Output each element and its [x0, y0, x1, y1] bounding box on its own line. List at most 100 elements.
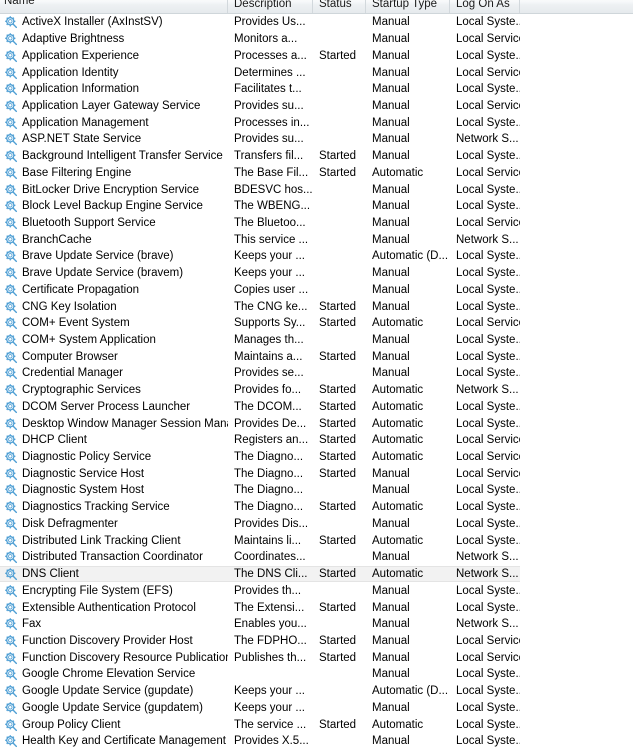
cell-log-on-as[interactable]: Local Syste...	[450, 284, 520, 296]
cell-startup-type[interactable]: Manual	[366, 33, 450, 45]
cell-service-name[interactable]: Application Layer Gateway Service	[0, 99, 228, 113]
cell-log-on-as[interactable]: Local Syste...	[450, 735, 520, 747]
cell-startup-type[interactable]: Automatic	[366, 167, 450, 179]
cell-service-name[interactable]: ASP.NET State Service	[0, 132, 228, 146]
table-row[interactable]: ASP.NET State Service Provides su... Manua…	[0, 131, 633, 148]
cell-service-name[interactable]: Google Update Service (gupdatem)	[0, 701, 228, 715]
table-row[interactable]: Distributed Link Tracking Client Maintain…	[0, 532, 633, 549]
cell-service-name[interactable]: Disk Defragmenter	[0, 517, 228, 531]
cell-service-name[interactable]: Brave Update Service (bravem)	[0, 266, 228, 280]
table-row[interactable]: Distributed Transaction Coordinator Coord…	[0, 549, 633, 566]
table-row[interactable]: DHCP Client Registers an... Started Automat…	[0, 432, 633, 449]
cell-startup-type[interactable]: Automatic	[366, 434, 450, 446]
cell-description[interactable]: Provides X.5...	[228, 735, 313, 747]
table-row[interactable]: Google Update Service (gupdatem) Keeps yo…	[0, 699, 633, 716]
cell-status[interactable]: Started	[313, 167, 366, 179]
cell-log-on-as[interactable]: Local Syste...	[450, 351, 520, 363]
cell-status[interactable]: Started	[313, 501, 366, 513]
cell-log-on-as[interactable]: Local Syste...	[450, 50, 520, 62]
cell-service-name[interactable]: DHCP Client	[0, 433, 228, 447]
table-row[interactable]: Cryptographic Services Provides fo... Star…	[0, 382, 633, 399]
cell-status[interactable]: Started	[313, 652, 366, 664]
cell-startup-type[interactable]: Automatic (D...	[366, 685, 450, 697]
cell-startup-type[interactable]: Manual	[366, 351, 450, 363]
table-row[interactable]: Extensible Authentication Protocol The Ex…	[0, 599, 633, 616]
table-row[interactable]: Application Information Facilitates t... M…	[0, 81, 633, 98]
cell-log-on-as[interactable]: Local Syste...	[450, 334, 520, 346]
cell-startup-type[interactable]: Manual	[366, 735, 450, 747]
cell-description[interactable]: The Diagno...	[228, 468, 313, 480]
cell-log-on-as[interactable]: Local Syste...	[450, 83, 520, 95]
cell-log-on-as[interactable]: Local Service	[450, 67, 520, 79]
cell-log-on-as[interactable]: Local Service	[450, 434, 520, 446]
table-row[interactable]: CNG Key Isolation The CNG ke... Started Man…	[0, 298, 633, 315]
cell-service-name[interactable]: BranchCache	[0, 233, 228, 247]
cell-description[interactable]: Manages th...	[228, 334, 313, 346]
cell-description[interactable]: The Extensi...	[228, 602, 313, 614]
cell-status[interactable]: Started	[313, 719, 366, 731]
cell-service-name[interactable]: DNS Client	[0, 567, 228, 581]
cell-description[interactable]: The WBENG...	[228, 200, 313, 212]
cell-description[interactable]: Provides se...	[228, 367, 313, 379]
cell-service-name[interactable]: Block Level Backup Engine Service	[0, 199, 228, 213]
table-row[interactable]: Adaptive Brightness Monitors a... Manual Lo…	[0, 31, 633, 48]
cell-status[interactable]: Started	[313, 401, 366, 413]
cell-startup-type[interactable]: Manual	[366, 184, 450, 196]
cell-description[interactable]: Maintains a...	[228, 351, 313, 363]
cell-status[interactable]: Started	[313, 434, 366, 446]
table-row[interactable]: Background Intelligent Transfer Service T…	[0, 148, 633, 165]
table-row[interactable]: Application Layer Gateway Service Provide…	[0, 98, 633, 115]
cell-startup-type[interactable]: Manual	[366, 702, 450, 714]
cell-description[interactable]: Keeps your ...	[228, 702, 313, 714]
cell-service-name[interactable]: COM+ Event System	[0, 316, 228, 330]
cell-startup-type[interactable]: Manual	[366, 518, 450, 530]
cell-startup-type[interactable]: Manual	[366, 585, 450, 597]
column-header-startup-type[interactable]: Startup Type	[366, 0, 450, 13]
cell-log-on-as[interactable]: Local Syste...	[450, 702, 520, 714]
cell-description[interactable]: Processes a...	[228, 50, 313, 62]
cell-service-name[interactable]: Cryptographic Services	[0, 383, 228, 397]
cell-service-name[interactable]: Diagnostic System Host	[0, 483, 228, 497]
table-row[interactable]: ActiveX Installer (AxInstSV) Provides Us.…	[0, 14, 633, 31]
table-row[interactable]: Health Key and Certificate Management Pro…	[0, 733, 633, 750]
table-row[interactable]: DNS Client The DNS Cli... Started Automatic…	[0, 565, 633, 583]
cell-log-on-as[interactable]: Network S...	[450, 618, 520, 630]
cell-description[interactable]: The FDPHO...	[228, 635, 313, 647]
cell-startup-type[interactable]: Manual	[366, 83, 450, 95]
cell-log-on-as[interactable]: Local Syste...	[450, 501, 520, 513]
cell-log-on-as[interactable]: Local Syste...	[450, 535, 520, 547]
table-row[interactable]: Credential Manager Provides se... Manual Lo…	[0, 365, 633, 382]
table-row[interactable]: Function Discovery Provider Host The FDPH…	[0, 633, 633, 650]
cell-log-on-as[interactable]: Local Syste...	[450, 301, 520, 313]
cell-description[interactable]: Provides th...	[228, 585, 313, 597]
cell-description[interactable]: Facilitates t...	[228, 83, 313, 95]
cell-service-name[interactable]: Application Management	[0, 116, 228, 130]
cell-description[interactable]: Monitors a...	[228, 33, 313, 45]
table-row[interactable]: Application Identity Determines ... Manual…	[0, 64, 633, 81]
cell-startup-type[interactable]: Manual	[366, 117, 450, 129]
column-header-description[interactable]: Description	[228, 0, 313, 13]
cell-startup-type[interactable]: Manual	[366, 217, 450, 229]
cell-service-name[interactable]: DCOM Server Process Launcher	[0, 400, 228, 414]
cell-description[interactable]: BDESVC hos...	[228, 184, 313, 196]
cell-service-name[interactable]: Background Intelligent Transfer Service	[0, 149, 228, 163]
cell-startup-type[interactable]: Manual	[366, 367, 450, 379]
cell-service-name[interactable]: Distributed Transaction Coordinator	[0, 550, 228, 564]
cell-description[interactable]: The Diagno...	[228, 501, 313, 513]
cell-description[interactable]: Provides fo...	[228, 384, 313, 396]
table-row[interactable]: Certificate Propagation Copies user ... Ma…	[0, 282, 633, 299]
cell-status[interactable]: Started	[313, 568, 366, 580]
cell-log-on-as[interactable]: Local Service	[450, 167, 520, 179]
cell-startup-type[interactable]: Manual	[366, 652, 450, 664]
cell-service-name[interactable]: Application Experience	[0, 49, 228, 63]
cell-startup-type[interactable]: Manual	[366, 602, 450, 614]
cell-startup-type[interactable]: Manual	[366, 150, 450, 162]
cell-startup-type[interactable]: Automatic	[366, 384, 450, 396]
cell-description[interactable]: Publishes th...	[228, 652, 313, 664]
cell-service-name[interactable]: Health Key and Certificate Management	[0, 734, 228, 748]
cell-log-on-as[interactable]: Local Service	[450, 33, 520, 45]
cell-log-on-as[interactable]: Local Syste...	[450, 401, 520, 413]
cell-description[interactable]: The Diagno...	[228, 451, 313, 463]
cell-service-name[interactable]: Adaptive Brightness	[0, 32, 228, 46]
cell-startup-type[interactable]: Manual	[366, 16, 450, 28]
